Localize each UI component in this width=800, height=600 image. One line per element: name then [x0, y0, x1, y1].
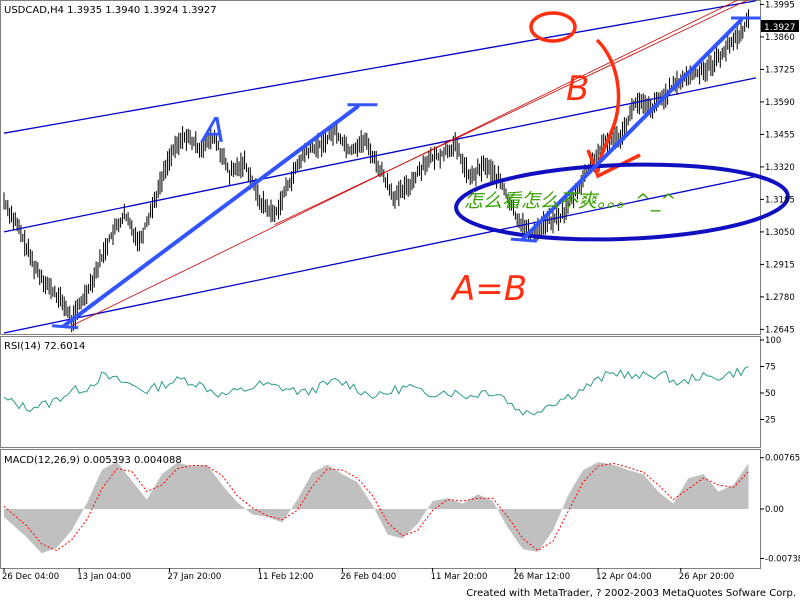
price-ytick-label: 1.3185: [765, 195, 795, 205]
rsi-ytick-label: 100: [765, 336, 781, 346]
current-price-label: 1.3927: [764, 23, 796, 33]
trend-b-start-tick: [510, 237, 537, 243]
xtick-label: 26 Apr 20:00: [679, 572, 734, 582]
macd-panel-header: MACD(12,26,9) 0.005393 0.004088: [4, 455, 182, 466]
price-ytick-label: 1.3860: [765, 33, 795, 43]
price-ytick-label: 1.3320: [765, 163, 795, 173]
comment-text: 怎么看怎么不爽。。。^_^: [464, 190, 676, 212]
xtick-label: 26 Feb 04:00: [340, 572, 396, 582]
rsi-panel-header: RSI(14) 72.6014: [4, 341, 85, 352]
rsi-ytick-label: 50: [765, 389, 776, 399]
price-ytick-label: 1.3590: [765, 98, 795, 108]
footer-copyright: Created with MetaTrader, ? 2002-2003 Met…: [466, 588, 796, 599]
label-b: B: [566, 69, 589, 109]
xtick-label: 27 Jan 20:00: [167, 572, 221, 582]
rsi-ytick-label: 75: [765, 363, 776, 373]
price-ytick-label: 1.3995: [765, 0, 795, 10]
price-ytick-label: 1.3725: [765, 65, 795, 75]
xtick-label: 11 Mar 20:00: [431, 572, 488, 582]
label-a: A: [200, 111, 225, 151]
trend-a-start-tick: [52, 324, 79, 330]
price-ytick-label: 1.3455: [765, 130, 795, 140]
macd-ytick-label: 0.00: [765, 505, 784, 515]
xtick-label: 26 Mar 12:00: [513, 572, 570, 582]
price-ytick-label: 1.3050: [765, 228, 795, 238]
xtick-label: 11 Feb 12:00: [258, 572, 314, 582]
xtick-label: 12 Apr 04:00: [596, 572, 651, 582]
chart-window: 1.3995 1.3860 1.3725 1.3590 1.3455 1.3320 1.31…: [0, 0, 800, 600]
price-ytick-label: 1.2645: [765, 325, 795, 335]
macd-ytick-label: -0.00738: [765, 554, 800, 564]
price-ytick-label: 1.2780: [765, 293, 795, 303]
label-a-equals-b: A=B: [450, 269, 527, 309]
chart-canvas: 1.3995 1.3860 1.3725 1.3590 1.3455 1.3320 1.31…: [0, 0, 800, 599]
rsi-ytick-label: 25: [765, 416, 776, 426]
macd-ytick-label: 0.00765: [765, 454, 800, 464]
xtick-label: 26 Dec 04:00: [2, 572, 59, 582]
price-ytick-label: 1.2915: [765, 260, 795, 270]
price-panel-header: USDCAD,H4 1.3935 1.3940 1.3924 1.3927: [4, 5, 217, 16]
xtick-label: 13 Jan 04:00: [77, 572, 131, 582]
